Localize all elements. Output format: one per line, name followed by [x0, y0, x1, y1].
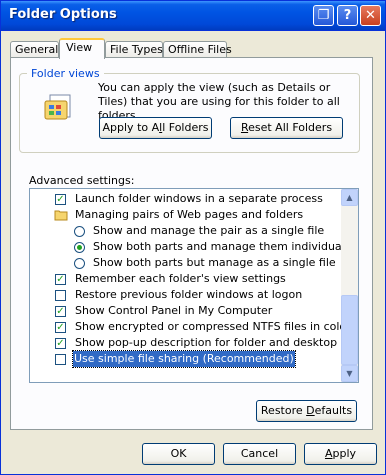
list-item-label: Use simple file sharing (Recommended): [72, 350, 296, 368]
apply-all-label-a: Apply to A: [102, 121, 160, 134]
chevron-down-icon: ▼: [346, 369, 353, 378]
help-button[interactable]: ?: [337, 5, 358, 26]
tab-offline-files-label: Offline Files: [168, 43, 232, 56]
list-item-label: Launch folder windows in a separate proc…: [75, 192, 323, 205]
list-item-label: Show pop-up description for folder and d…: [75, 336, 359, 349]
folder-views-legend: Folder views: [27, 67, 104, 80]
checkbox[interactable]: ✓: [55, 274, 66, 285]
checkbox[interactable]: ✓: [55, 338, 66, 349]
tab-file-types-label: File Types: [110, 43, 163, 56]
list-item-label: Show both parts and manage them individu…: [93, 240, 355, 253]
tab-offline-files[interactable]: Offline Files: [163, 41, 232, 58]
reset-all-folders-button[interactable]: Reset All Folders: [230, 117, 343, 139]
restore-icon: ❐: [317, 8, 330, 23]
apply-to-all-folders-button[interactable]: Apply to All Folders: [99, 117, 212, 139]
vertical-scrollbar[interactable]: ▲ ▼: [341, 189, 358, 382]
folder-views-icon: [44, 94, 71, 120]
radio-button[interactable]: [74, 226, 85, 237]
restore-defaults-label-b: D: [306, 404, 315, 417]
restore-defaults-label-a: Restore: [260, 404, 307, 417]
apply-label-c: pply: [332, 447, 357, 460]
list-item-label: Restore previous folder windows at logon: [75, 288, 303, 301]
cancel-label: Cancel: [240, 447, 279, 460]
checkbox[interactable]: ✓: [55, 194, 66, 205]
list-item-label: Show encrypted or compressed NTFS files …: [75, 320, 351, 333]
ok-button[interactable]: OK: [142, 443, 215, 465]
scrollbar-thumb[interactable]: [341, 295, 358, 365]
apply-label-b: A: [324, 447, 333, 460]
help-icon: ?: [343, 8, 352, 23]
tab-file-types[interactable]: File Types: [105, 41, 163, 58]
tab-view[interactable]: View: [59, 38, 105, 59]
checkbox[interactable]: [55, 290, 66, 301]
checkbox[interactable]: [55, 354, 66, 365]
window-title: Folder Options: [9, 7, 117, 22]
close-icon: ✕: [365, 8, 376, 23]
cancel-button[interactable]: Cancel: [223, 443, 296, 465]
tab-general-label: General: [15, 43, 59, 56]
list-item-label: Show and manage the pair as a single fil…: [93, 224, 325, 237]
advanced-settings-label: Advanced settings:: [29, 174, 135, 187]
scroll-up-button[interactable]: ▲: [341, 189, 358, 206]
radio-button-selected[interactable]: [74, 242, 85, 253]
list-item-label: Show both parts but manage as a single f…: [93, 256, 336, 269]
tab-general[interactable]: General: [10, 41, 59, 58]
folder-icon: [54, 210, 68, 221]
list-item-label: Managing pairs of Web pages and folders: [75, 208, 304, 221]
chevron-up-icon: ▲: [346, 193, 353, 202]
list-item-label: Remember each folder's view settings: [75, 272, 286, 285]
restore-window-button[interactable]: ❐: [313, 5, 334, 26]
checkbox[interactable]: ✓: [55, 322, 66, 333]
folder-options-window: Folder Options ❐ ? ✕ General View File T…: [0, 0, 386, 475]
tab-view-label: View: [66, 41, 93, 54]
restore-defaults-label-c: efaults: [314, 404, 353, 417]
title-bar[interactable]: Folder Options ❐ ? ✕: [1, 1, 385, 31]
advanced-settings-list[interactable]: ✓ Launch folder windows in a separate pr…: [29, 188, 359, 383]
apply-all-label-c: l Folders: [162, 121, 209, 134]
checkbox[interactable]: ✓: [55, 306, 66, 317]
radio-button[interactable]: [74, 258, 85, 269]
apply-button[interactable]: Apply: [304, 443, 377, 465]
scroll-down-button[interactable]: ▼: [341, 365, 358, 382]
ok-label: OK: [170, 447, 187, 460]
reset-all-label-c: eset All Folders: [248, 121, 333, 134]
list-item-label: Show Control Panel in My Computer: [75, 304, 273, 317]
close-button[interactable]: ✕: [360, 5, 381, 26]
restore-defaults-button[interactable]: Restore Defaults: [256, 400, 357, 422]
